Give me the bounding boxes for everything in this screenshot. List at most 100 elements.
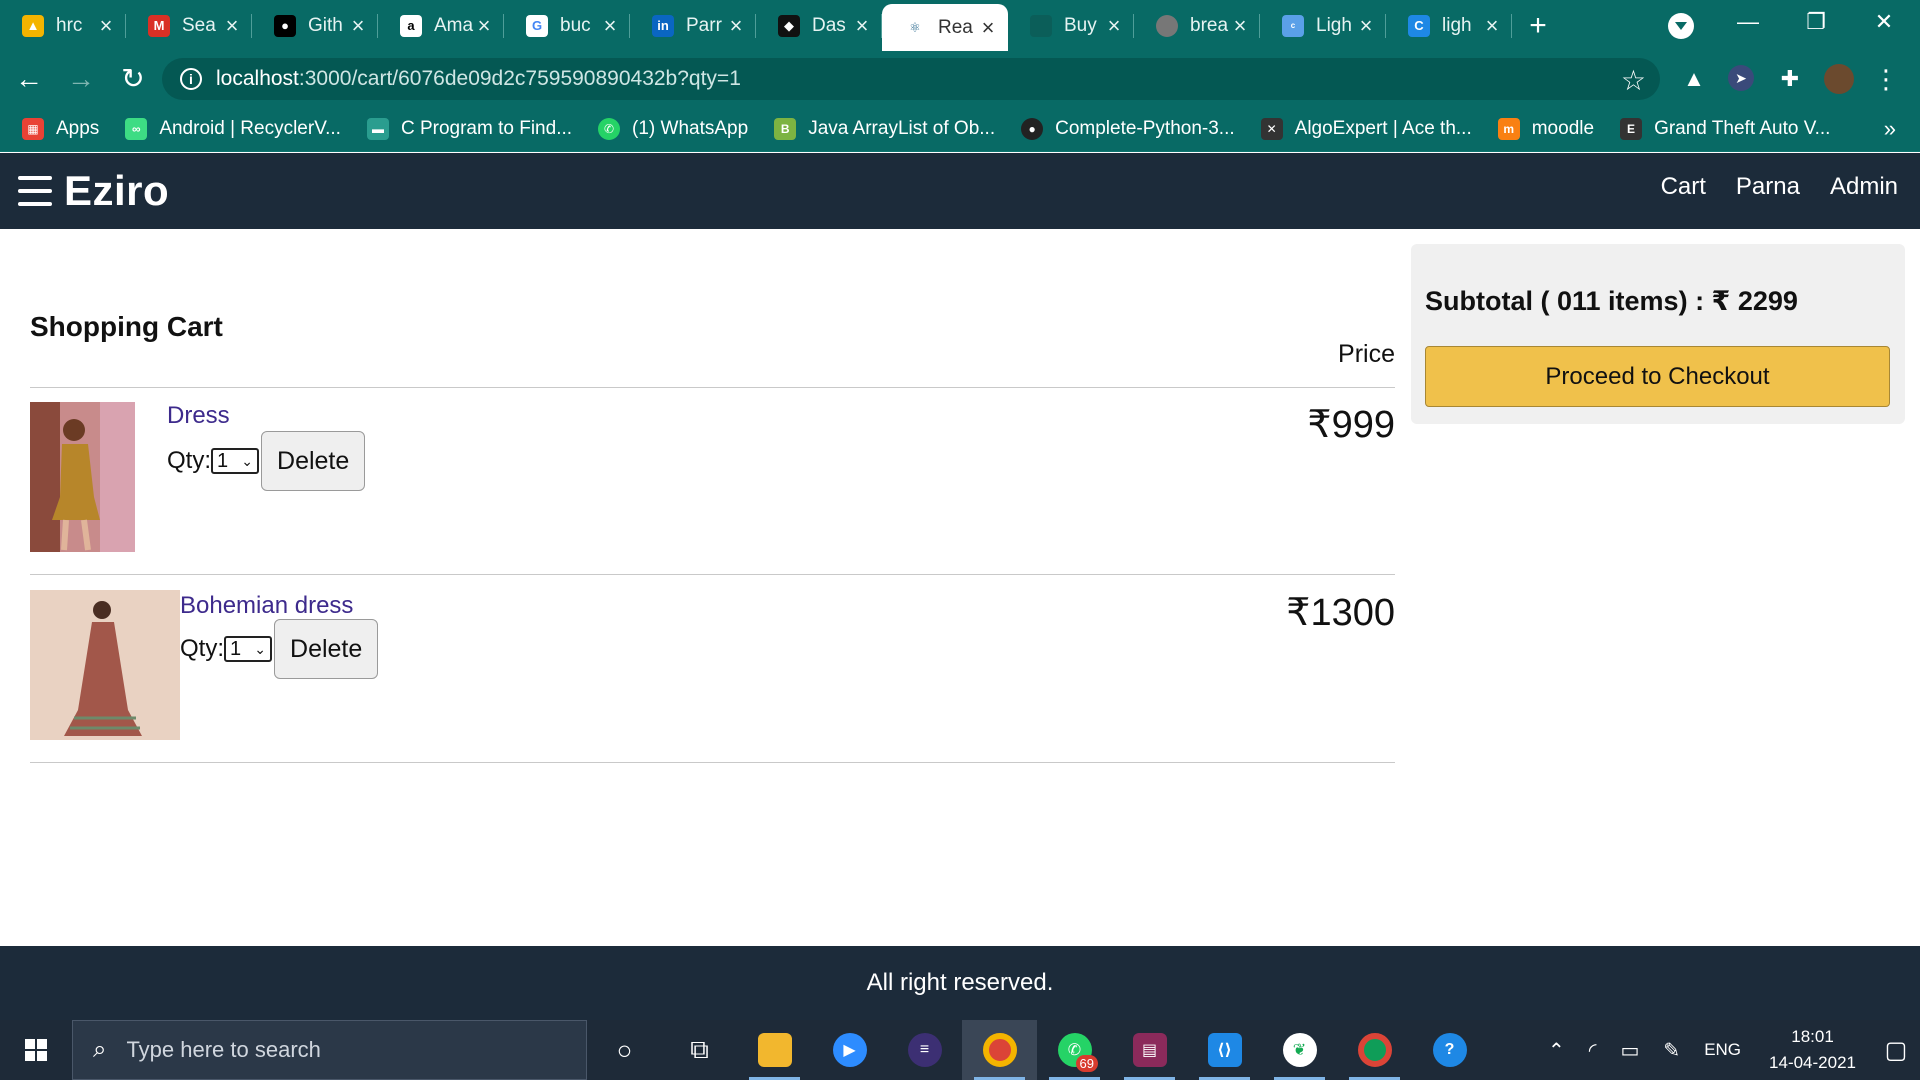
proceed-to-checkout-button[interactable]: Proceed to Checkout: [1425, 346, 1890, 407]
pen-icon[interactable]: ✎: [1663, 1038, 1680, 1063]
browser-toolbar: ← → ↻ i localhost:3000/cart/6076de09d2c7…: [0, 51, 1920, 106]
minimize-icon[interactable]: —: [1714, 0, 1782, 44]
close-icon[interactable]: ×: [96, 14, 116, 37]
eclipse-icon[interactable]: ≡: [887, 1020, 962, 1080]
tab-github[interactable]: ● Gith ×: [252, 0, 378, 51]
language-indicator[interactable]: ENG: [1704, 1040, 1741, 1060]
bookmark-c-program[interactable]: ▬ C Program to Find...: [366, 117, 572, 140]
tab-gmail[interactable]: M Sea ×: [126, 0, 252, 51]
new-tab-button[interactable]: +: [1512, 0, 1564, 51]
product-name-link[interactable]: Dress: [167, 402, 230, 430]
info-icon[interactable]: i: [180, 68, 202, 90]
url-text[interactable]: localhost:3000/cart/6076de09d2c759590890…: [216, 67, 741, 91]
close-icon[interactable]: ×: [978, 16, 998, 39]
battery-icon[interactable]: ▭: [1621, 1038, 1640, 1063]
bookmark-label: Apps: [56, 117, 100, 139]
tab-search-button[interactable]: [1668, 13, 1694, 39]
tab-google[interactable]: Gbuc ×: [504, 0, 630, 51]
tab-c[interactable]: Cligh ×: [1386, 0, 1512, 51]
close-icon[interactable]: ×: [1230, 14, 1250, 37]
bookmark-android[interactable]: ∞ Android | RecyclerV...: [125, 117, 341, 140]
bookmark-label: AlgoExpert | Ace th...: [1294, 117, 1472, 139]
wifi-icon[interactable]: ◜: [1589, 1038, 1597, 1063]
extension-triangle-icon[interactable]: ▲: [1680, 65, 1708, 93]
file-explorer-icon[interactable]: [737, 1020, 812, 1080]
clock-date: 14-04-2021: [1769, 1053, 1856, 1072]
mongodb-icon[interactable]: ❦: [1262, 1020, 1337, 1080]
delete-button[interactable]: Delete: [274, 619, 379, 679]
qty-label: Qty:: [167, 447, 212, 474]
windows-start-icon[interactable]: [0, 1020, 72, 1080]
tab-colory[interactable]: c Ligh ×: [1260, 0, 1386, 51]
close-icon[interactable]: ×: [1356, 14, 1376, 37]
whatsapp-icon[interactable]: ✆ 69: [1037, 1020, 1112, 1080]
product-image-bohemian-dress[interactable]: [30, 590, 180, 740]
qty-select[interactable]: 1 ⌄: [211, 448, 260, 474]
bookmark-label: (1) WhatsApp: [632, 117, 749, 139]
address-bar[interactable]: i localhost:3000/cart/6076de09d2c7595908…: [162, 58, 1660, 100]
tab-amazon[interactable]: a Ama ×: [378, 0, 504, 51]
bookmark-apps[interactable]: ▦ Apps: [22, 117, 100, 140]
footer-text: All right reserved.: [866, 969, 1054, 996]
tab-buy[interactable]: Buy ×: [1008, 0, 1134, 51]
bookmark-java[interactable]: B Java ArrayList of Ob...: [774, 117, 996, 140]
tab-dashboard[interactable]: ◆ Das ×: [756, 0, 882, 51]
nav-user-link[interactable]: Parna: [1736, 173, 1800, 201]
chevron-up-icon[interactable]: ⌃: [1548, 1038, 1565, 1063]
brand-logo[interactable]: Eziro: [64, 167, 169, 215]
moodle-icon: m: [1497, 117, 1520, 140]
close-icon[interactable]: ×: [348, 14, 368, 37]
close-icon[interactable]: ×: [1482, 14, 1502, 37]
forward-icon[interactable]: →: [58, 59, 104, 99]
extension-cursor-icon[interactable]: ➤: [1728, 65, 1754, 91]
close-icon[interactable]: ×: [1104, 14, 1124, 37]
tab-react-active[interactable]: ⚛ Rea ×: [882, 4, 1008, 51]
bookmark-gta[interactable]: E Grand Theft Auto V...: [1620, 117, 1830, 140]
tab-hrc[interactable]: ▲ hrc ×: [0, 0, 126, 51]
bookmark-algoexpert[interactable]: ✕ AlgoExpert | Ace th...: [1260, 117, 1472, 140]
bookmarks-overflow-icon[interactable]: »: [1884, 116, 1896, 142]
close-icon[interactable]: ×: [852, 14, 872, 37]
back-icon[interactable]: ←: [6, 59, 52, 99]
app-navbar: Eziro Cart Parna Admin: [0, 153, 1920, 229]
reload-icon[interactable]: ↻: [110, 59, 156, 99]
profile-avatar[interactable]: [1824, 64, 1854, 94]
bookmark-label: Java ArrayList of Ob...: [808, 117, 996, 139]
close-icon[interactable]: ×: [726, 14, 746, 37]
restore-icon[interactable]: ❐: [1782, 0, 1850, 44]
hamburger-menu-icon[interactable]: [18, 176, 52, 206]
help-icon[interactable]: ?: [1412, 1020, 1487, 1080]
chrome-icon[interactable]: [962, 1020, 1037, 1080]
winrar-icon[interactable]: ▤: [1112, 1020, 1187, 1080]
nav-cart-link[interactable]: Cart: [1661, 173, 1706, 201]
shop-icon: [1030, 14, 1052, 37]
chrome-profile-icon[interactable]: [1337, 1020, 1412, 1080]
extensions-puzzle-icon[interactable]: ✚: [1776, 65, 1804, 93]
bookmark-python[interactable]: ● Complete-Python-3...: [1021, 117, 1235, 140]
product-name-link[interactable]: Bohemian dress: [180, 592, 353, 620]
product-image-dress[interactable]: [30, 402, 135, 552]
qty-select[interactable]: 1 ⌄: [224, 636, 273, 662]
tab-title: buc: [560, 14, 591, 36]
tab-linkedin[interactable]: in Parr ×: [630, 0, 756, 51]
bookmark-whatsapp[interactable]: ✆ (1) WhatsApp: [598, 117, 749, 140]
close-icon[interactable]: ×: [600, 14, 620, 37]
amazon-icon: a: [400, 14, 422, 37]
delete-button[interactable]: Delete: [261, 431, 366, 491]
bootstrap-icon: B: [774, 117, 797, 140]
bookmark-moodle[interactable]: m moodle: [1497, 117, 1594, 140]
menu-kebab-icon[interactable]: ⋮: [1872, 64, 1900, 94]
tab-globe[interactable]: brea ×: [1134, 0, 1260, 51]
close-icon[interactable]: ×: [474, 14, 494, 37]
bookmark-star-icon[interactable]: ☆: [1621, 64, 1646, 97]
close-window-icon[interactable]: ✕: [1850, 0, 1918, 44]
close-icon[interactable]: ×: [222, 14, 242, 37]
vscode-icon[interactable]: ⟨⟩: [1187, 1020, 1262, 1080]
cortana-icon[interactable]: ○: [587, 1020, 662, 1080]
notification-center-icon[interactable]: ▢: [1872, 1036, 1920, 1065]
clock[interactable]: 18:01 14-04-2021: [1769, 1024, 1856, 1076]
task-view-icon[interactable]: ⧉: [662, 1020, 737, 1080]
zoom-icon[interactable]: ▶: [812, 1020, 887, 1080]
taskbar-search-box[interactable]: ⌕ Type here to search: [72, 1020, 587, 1080]
nav-admin-link[interactable]: Admin: [1830, 173, 1898, 201]
